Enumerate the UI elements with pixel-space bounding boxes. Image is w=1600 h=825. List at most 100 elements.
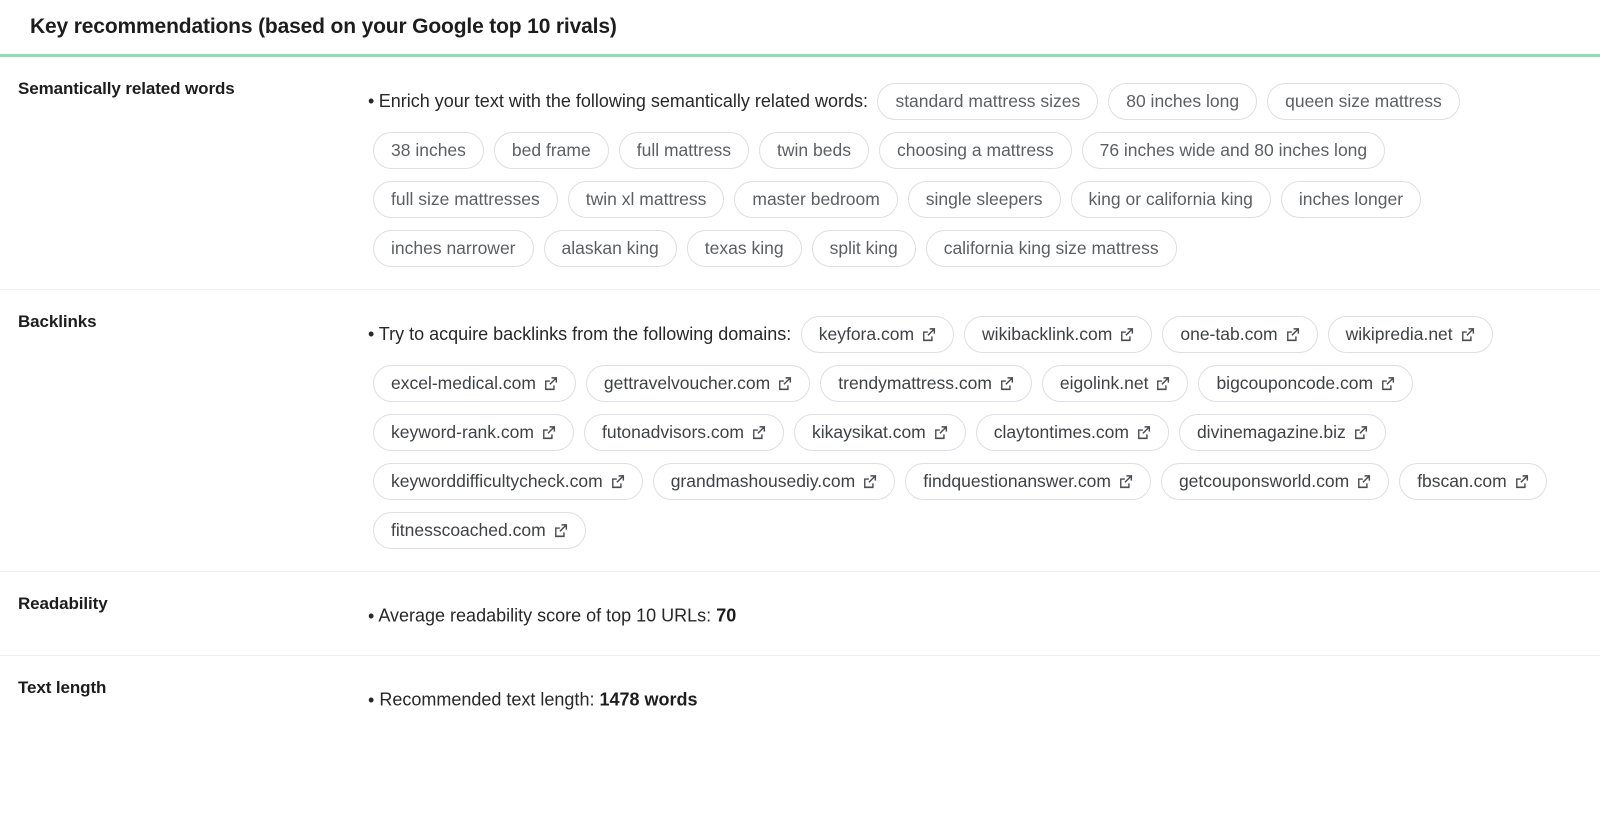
section-body-text-length: • Recommended text length: 1478 words: [368, 676, 1600, 719]
backlink-domain-label: divinemagazine.biz: [1197, 422, 1346, 442]
backlink-domain-tag[interactable]: keyword-rank.com: [373, 414, 574, 451]
external-link-icon: [751, 425, 766, 440]
backlink-domain-tag[interactable]: wikibacklink.com: [964, 316, 1152, 353]
semantic-words-pill-cloud: • Enrich your text with the following se…: [368, 77, 1560, 273]
backlink-domain-tag[interactable]: excel-medical.com: [373, 365, 576, 402]
backlink-domain-tag[interactable]: eigolink.net: [1042, 365, 1189, 402]
backlink-domain-tag[interactable]: getcouponsworld.com: [1161, 463, 1389, 500]
backlink-domain-label: eigolink.net: [1060, 373, 1149, 393]
semantic-word-tag[interactable]: bed frame: [494, 132, 609, 169]
external-link-icon: [1460, 327, 1475, 342]
backlinks-pill-cloud: • Try to acquire backlinks from the foll…: [368, 310, 1560, 555]
external-link-icon: [1118, 474, 1133, 489]
external-link-icon: [1155, 376, 1170, 391]
external-link-icon: [1380, 376, 1395, 391]
recommendation-row-text-length: Text length • Recommended text length: 1…: [0, 656, 1600, 739]
backlink-domain-label: keyword-rank.com: [391, 422, 534, 442]
readability-line: • Average readability score of top 10 UR…: [368, 594, 1560, 635]
external-link-icon: [1136, 425, 1151, 440]
semantic-word-tag[interactable]: split king: [812, 230, 916, 267]
backlink-domain-label: fbscan.com: [1417, 471, 1506, 491]
external-link-icon: [999, 376, 1014, 391]
key-recommendations-panel: Key recommendations (based on your Googl…: [0, 0, 1600, 739]
semantic-word-tag[interactable]: inches narrower: [373, 230, 534, 267]
bullet-icon: •: [368, 682, 374, 719]
bullet-icon: •: [368, 598, 374, 635]
semantic-word-tag[interactable]: queen size mattress: [1267, 83, 1460, 120]
readability-score-value: 70: [716, 605, 736, 625]
section-body-readability: • Average readability score of top 10 UR…: [368, 592, 1600, 635]
semantic-words-intro: Enrich your text with the following sema…: [379, 91, 868, 111]
text-length-line: • Recommended text length: 1478 words: [368, 678, 1560, 719]
backlink-domain-tag[interactable]: fbscan.com: [1399, 463, 1546, 500]
backlink-domain-label: wikibacklink.com: [982, 324, 1112, 344]
recommendation-row-semantic-words: Semantically related words • Enrich your…: [0, 57, 1600, 290]
backlink-domain-label: fitnesscoached.com: [391, 520, 546, 540]
backlink-domain-tag[interactable]: futonadvisors.com: [584, 414, 784, 451]
backlink-domain-tag[interactable]: claytontimes.com: [976, 414, 1169, 451]
semantic-word-tag[interactable]: king or california king: [1071, 181, 1271, 218]
backlink-domain-tag[interactable]: keyfora.com: [801, 316, 954, 353]
section-label-semantic-words: Semantically related words: [0, 75, 368, 99]
semantic-word-tag[interactable]: twin xl mattress: [568, 181, 725, 218]
backlink-domain-tag[interactable]: kikaysikat.com: [794, 414, 966, 451]
semantic-word-tag[interactable]: full mattress: [619, 132, 749, 169]
backlink-domain-tag[interactable]: findquestionanswer.com: [905, 463, 1151, 500]
page-title: Key recommendations (based on your Googl…: [30, 15, 617, 39]
external-link-icon: [1353, 425, 1368, 440]
section-body-semantic-words: • Enrich your text with the following se…: [368, 75, 1600, 273]
external-link-icon: [921, 327, 936, 342]
semantic-word-tag[interactable]: standard mattress sizes: [877, 83, 1098, 120]
semantic-word-tag[interactable]: choosing a mattress: [879, 132, 1072, 169]
backlink-domain-label: keyworddifficultycheck.com: [391, 471, 603, 491]
backlink-domain-tag[interactable]: wikipredia.net: [1328, 316, 1493, 353]
external-link-icon: [610, 474, 625, 489]
semantic-word-tag[interactable]: texas king: [687, 230, 802, 267]
semantic-word-tag[interactable]: single sleepers: [908, 181, 1061, 218]
external-link-icon: [777, 376, 792, 391]
external-link-icon: [553, 523, 568, 538]
backlink-domain-label: bigcouponcode.com: [1216, 373, 1373, 393]
semantic-word-tag[interactable]: california king size mattress: [926, 230, 1177, 267]
external-link-icon: [543, 376, 558, 391]
backlink-domain-label: trendymattress.com: [838, 373, 992, 393]
readability-text: Average readability score of top 10 URLs…: [378, 605, 711, 625]
external-link-icon: [1119, 327, 1134, 342]
backlinks-intro: Try to acquire backlinks from the follow…: [379, 324, 792, 344]
backlink-domain-tag[interactable]: bigcouponcode.com: [1198, 365, 1413, 402]
backlink-domain-tag[interactable]: keyworddifficultycheck.com: [373, 463, 643, 500]
backlink-domain-label: excel-medical.com: [391, 373, 536, 393]
backlink-domain-label: getcouponsworld.com: [1179, 471, 1349, 491]
backlink-domain-tag[interactable]: one-tab.com: [1162, 316, 1317, 353]
semantic-word-tag[interactable]: 80 inches long: [1108, 83, 1257, 120]
bullet-icon: •: [368, 83, 374, 120]
bullet-icon: •: [368, 316, 374, 353]
semantic-word-tag[interactable]: inches longer: [1281, 181, 1421, 218]
backlink-domain-tag[interactable]: divinemagazine.biz: [1179, 414, 1386, 451]
backlink-domain-label: keyfora.com: [819, 324, 914, 344]
backlink-domain-label: grandmashousediy.com: [671, 471, 856, 491]
semantic-word-tag[interactable]: master bedroom: [734, 181, 897, 218]
semantic-word-tag[interactable]: 76 inches wide and 80 inches long: [1082, 132, 1386, 169]
semantic-words-tag-list: standard mattress sizes80 inches longque…: [368, 93, 1465, 257]
external-link-icon: [1285, 327, 1300, 342]
semantic-word-tag[interactable]: 38 inches: [373, 132, 484, 169]
section-label-readability: Readability: [0, 592, 368, 614]
semantic-word-tag[interactable]: twin beds: [759, 132, 869, 169]
external-link-icon: [1356, 474, 1371, 489]
recommendation-row-readability: Readability • Average readability score …: [0, 572, 1600, 656]
backlink-domain-tag[interactable]: fitnesscoached.com: [373, 512, 586, 549]
backlink-domain-label: findquestionanswer.com: [923, 471, 1111, 491]
backlink-domain-label: gettravelvoucher.com: [604, 373, 770, 393]
semantic-word-tag[interactable]: full size mattresses: [373, 181, 558, 218]
backlink-domain-tag[interactable]: trendymattress.com: [820, 365, 1032, 402]
external-link-icon: [862, 474, 877, 489]
backlink-domain-tag[interactable]: gettravelvoucher.com: [586, 365, 810, 402]
backlink-domain-label: one-tab.com: [1180, 324, 1277, 344]
backlink-domain-tag[interactable]: grandmashousediy.com: [653, 463, 896, 500]
semantic-word-tag[interactable]: alaskan king: [544, 230, 677, 267]
external-link-icon: [541, 425, 556, 440]
section-body-backlinks: • Try to acquire backlinks from the foll…: [368, 308, 1600, 555]
text-length-value: 1478 words: [599, 689, 697, 709]
panel-header: Key recommendations (based on your Googl…: [0, 0, 1600, 57]
